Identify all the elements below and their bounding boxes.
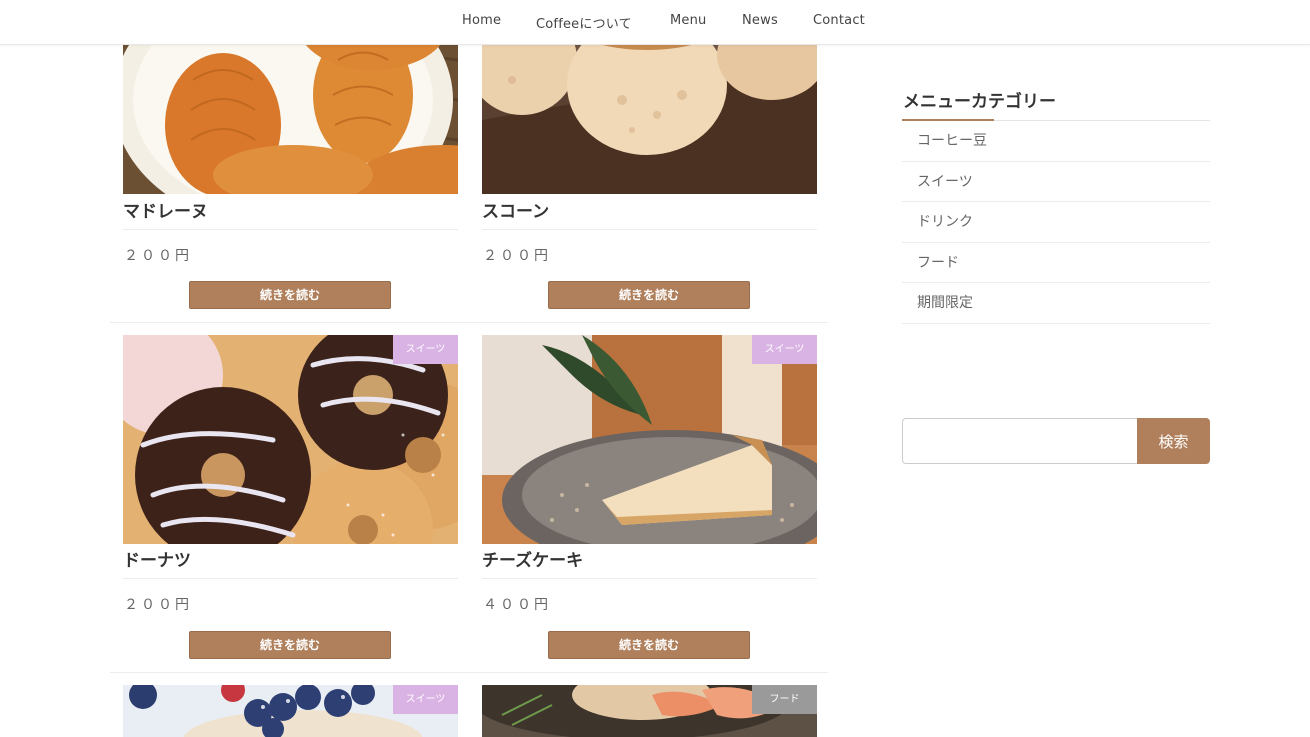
category-item-coffee-beans[interactable]: コーヒー豆 xyxy=(902,121,1210,162)
category-badge[interactable]: スイーツ xyxy=(393,685,458,714)
search-input[interactable] xyxy=(902,418,1138,464)
divider xyxy=(123,578,458,579)
product-title[interactable]: スコーン xyxy=(482,197,549,222)
product-title[interactable]: チーズケーキ xyxy=(482,546,583,571)
category-item-limited[interactable]: 期間限定 xyxy=(902,283,1210,324)
category-item-sweets[interactable]: スイーツ xyxy=(902,162,1210,202)
product-price: ２００円 xyxy=(483,248,551,264)
row-divider xyxy=(110,322,828,323)
divider xyxy=(482,229,817,230)
product-grid: マドレーヌ ２００円 続きを読む スコーン ２００円 続きを読む スイーツ ドー… xyxy=(0,0,840,737)
row-divider xyxy=(110,672,828,673)
category-badge[interactable]: フード xyxy=(752,685,817,714)
product-price: ２００円 xyxy=(124,597,192,613)
read-more-button[interactable]: 続きを読む xyxy=(189,631,391,659)
category-item-food[interactable]: フード xyxy=(902,243,1210,283)
nav-item-menu[interactable]: Menu xyxy=(670,13,707,28)
search-button[interactable]: 検索 xyxy=(1137,418,1210,464)
divider xyxy=(123,229,458,230)
top-navigation: Home Coffeeについて Menu News Contact xyxy=(0,0,1310,45)
read-more-button[interactable]: 続きを読む xyxy=(548,281,750,309)
category-badge[interactable]: スイーツ xyxy=(393,335,458,364)
category-item-drinks[interactable]: ドリンク xyxy=(902,202,1210,243)
category-list: コーヒー豆 スイーツ ドリンク フード 期間限定 xyxy=(902,121,1210,324)
product-image-food[interactable]: フード xyxy=(482,685,817,737)
search-form: 検索 xyxy=(902,418,1210,464)
product-image-cheesecake[interactable]: スイーツ xyxy=(482,335,817,544)
product-title[interactable]: マドレーヌ xyxy=(123,197,208,222)
nav-item-home[interactable]: Home xyxy=(462,13,501,28)
divider xyxy=(482,578,817,579)
category-badge[interactable]: スイーツ xyxy=(752,335,817,364)
sidebar: メニューカテゴリー コーヒー豆 スイーツ ドリンク フード 期間限定 検索 xyxy=(902,0,1210,737)
sidebar-title: メニューカテゴリー xyxy=(903,92,1056,112)
nav-item-contact[interactable]: Contact xyxy=(813,13,865,28)
product-price: ２００円 xyxy=(124,248,192,264)
product-price: ４００円 xyxy=(483,597,551,613)
product-image-sweets[interactable]: スイーツ xyxy=(123,685,458,737)
nav-item-about-coffee[interactable]: Coffeeについて xyxy=(536,13,632,32)
product-title[interactable]: ドーナツ xyxy=(123,546,191,571)
read-more-button[interactable]: 続きを読む xyxy=(548,631,750,659)
product-image-donut[interactable]: スイーツ xyxy=(123,335,458,544)
nav-item-news[interactable]: News xyxy=(742,13,778,28)
read-more-button[interactable]: 続きを読む xyxy=(189,281,391,309)
